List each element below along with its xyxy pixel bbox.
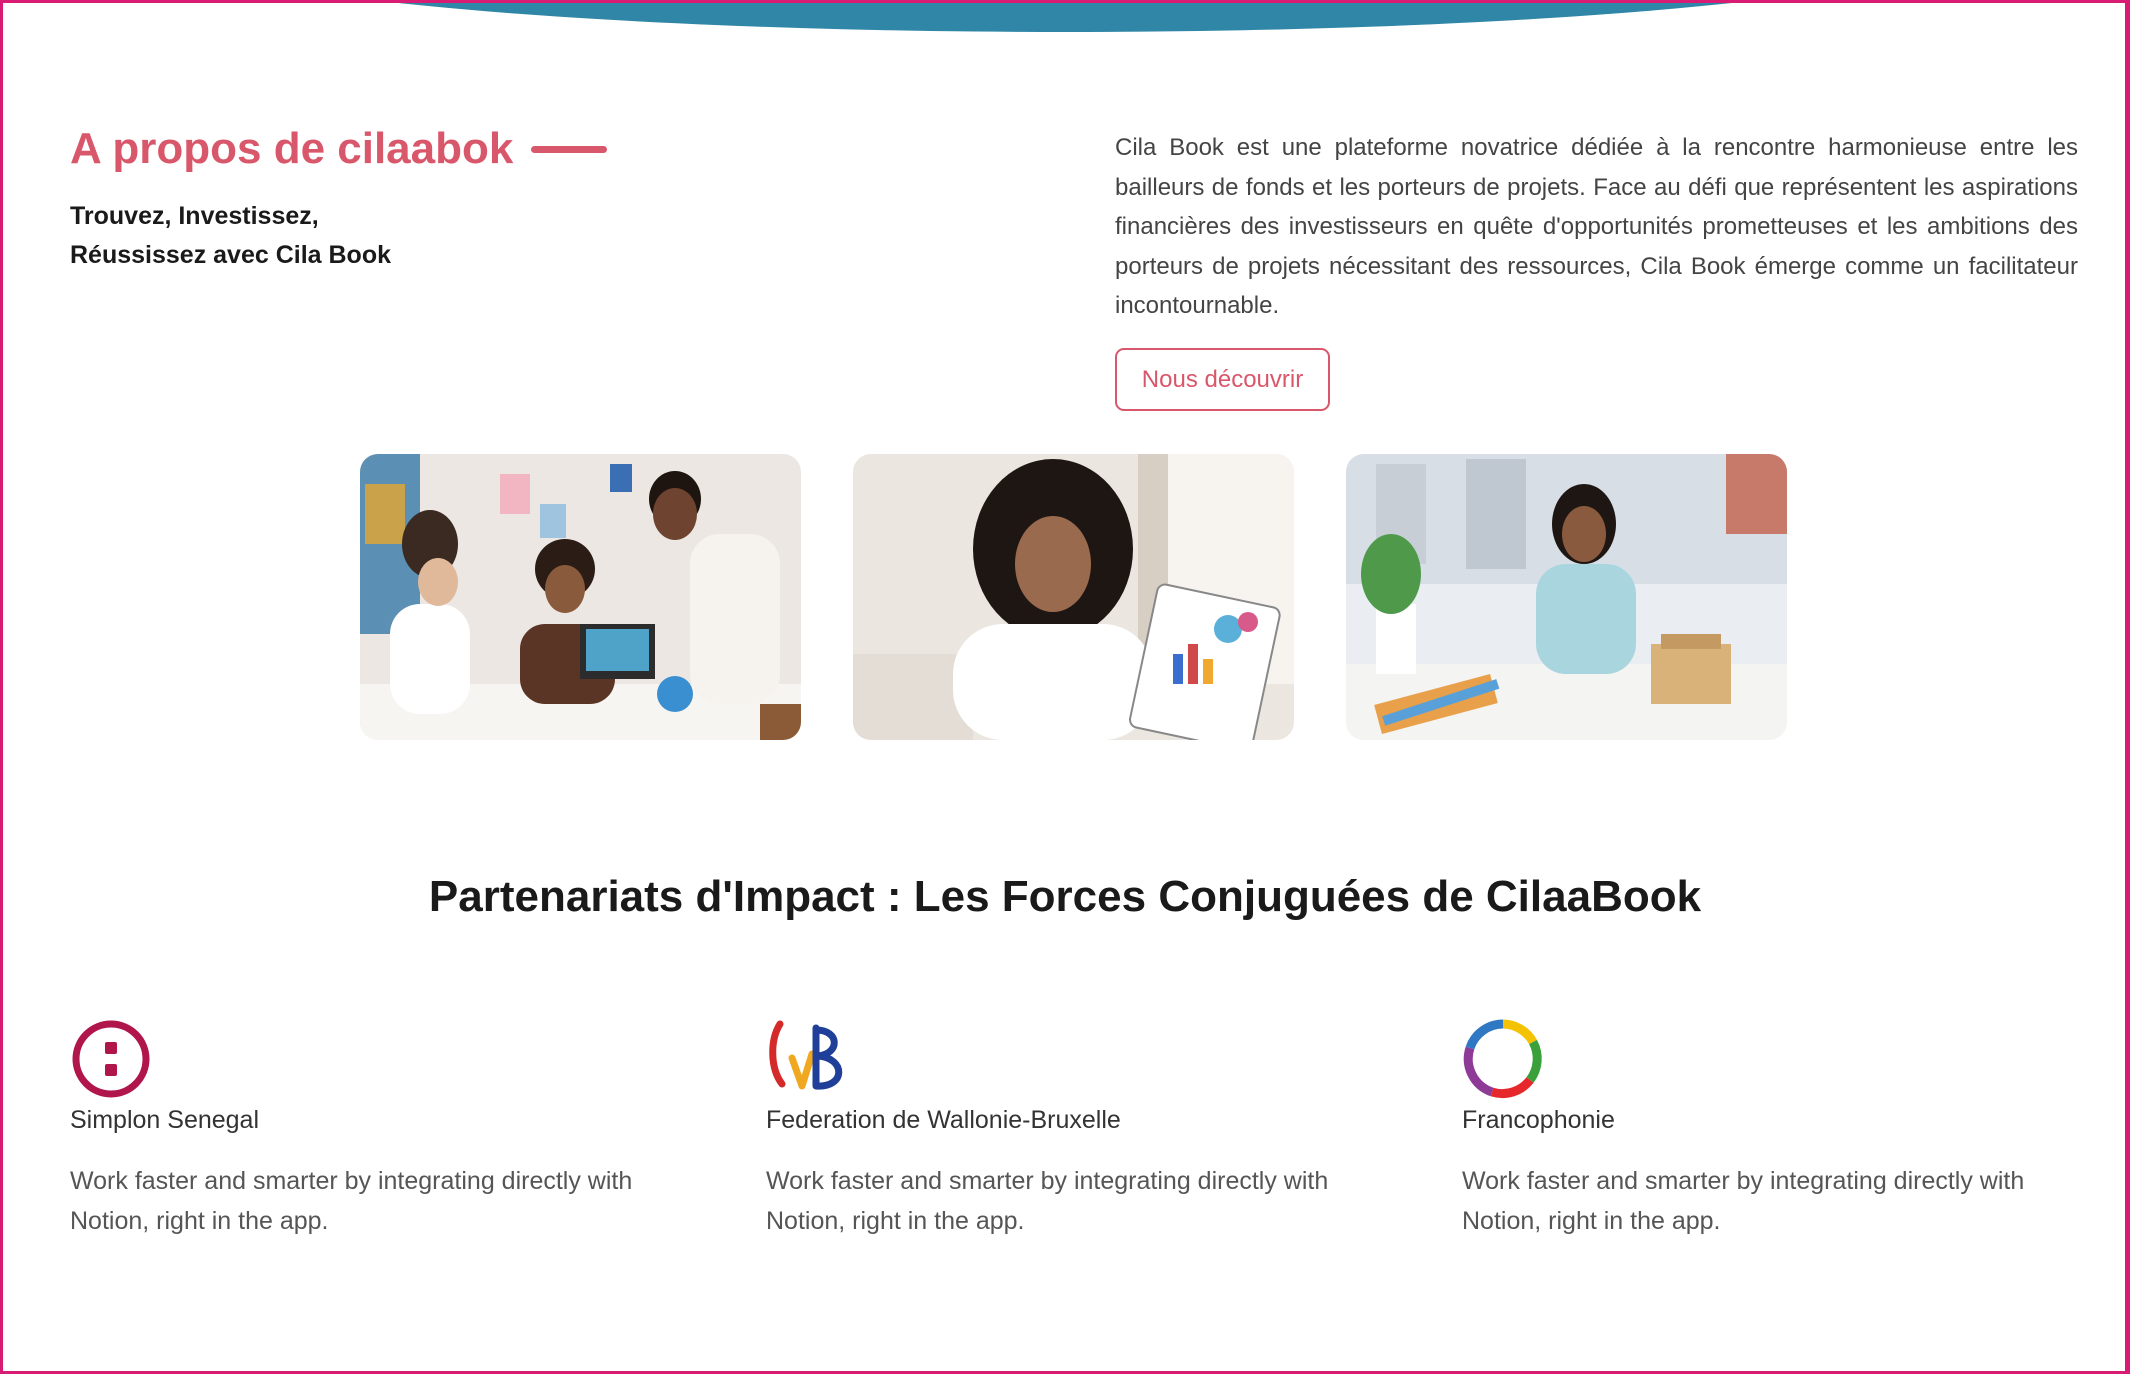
partner-card-simplon: Simplon Senegal Work faster and smarter … — [70, 1018, 690, 1241]
partner-description: Work faster and smarter by integrating d… — [1462, 1167, 2025, 1235]
header-wave-band — [150, 0, 1980, 32]
partner-name: Simplon Senegal — [70, 1106, 260, 1134]
woman-with-chart-photo — [853, 454, 1294, 740]
wallonie-bruxelles-logo-icon — [766, 1018, 848, 1100]
partners-heading: Partenariats d'Impact : Les Forces Conju… — [428, 872, 1702, 921]
partner-card-francophonie: Francophonie Work faster and smarter by … — [1462, 1018, 2082, 1241]
about-subtitle-line-2: Réussissez avec Cila Book — [70, 241, 391, 269]
partner-name: Federation de Wallonie-Bruxelle — [766, 1106, 1121, 1134]
about-subtitle: Trouvez, Investissez, Réussissez avec Ci… — [70, 197, 490, 275]
title-accent-dash — [531, 145, 608, 153]
partner-description: Work faster and smarter by integrating d… — [766, 1167, 1329, 1235]
about-subtitle-line-1: Trouvez, Investissez, — [70, 202, 319, 230]
about-title: A propos de cilaabok — [70, 124, 608, 174]
francophonie-logo-icon — [1462, 1018, 1544, 1100]
about-description: Cila Book est une plateforme novatrice d… — [1115, 134, 2078, 319]
partner-card-wallonie-bruxelles: Federation de Wallonie-Bruxelle Work fas… — [766, 1018, 1386, 1241]
simplon-logo-icon — [70, 1018, 152, 1100]
discover-button[interactable]: Nous découvrir — [1115, 348, 1330, 411]
about-title-text: A propos de cilaabok — [70, 124, 514, 173]
team-meeting-photo — [360, 454, 801, 740]
partner-description: Work faster and smarter by integrating d… — [70, 1167, 633, 1235]
woman-at-desk-photo — [1346, 454, 1787, 740]
partner-name: Francophonie — [1462, 1106, 1615, 1134]
